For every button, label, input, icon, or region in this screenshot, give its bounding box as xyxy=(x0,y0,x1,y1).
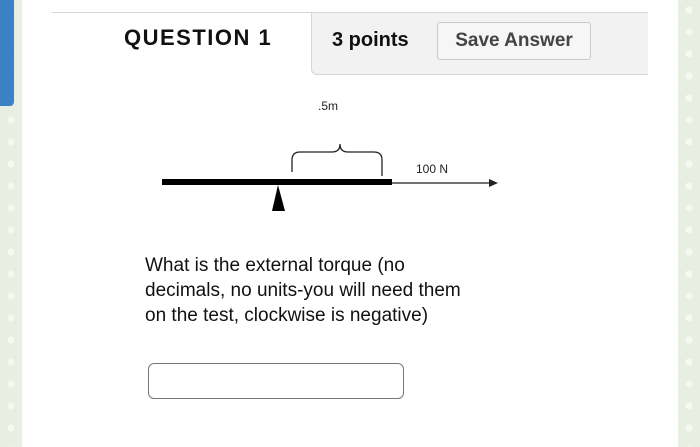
page-border-right xyxy=(678,0,700,447)
lever-beam xyxy=(162,179,392,185)
force-label: 100 N xyxy=(416,162,449,176)
force-arrow-head xyxy=(489,179,498,187)
distance-label: .5m xyxy=(318,99,339,113)
question-prompt: What is the external torque (no decimals… xyxy=(145,255,461,326)
answer-input[interactable] xyxy=(148,363,404,399)
save-answer-button[interactable]: Save Answer xyxy=(437,22,591,60)
distance-brace xyxy=(291,143,383,176)
question-title: QUESTION 1 xyxy=(124,25,273,50)
question-points: 3 points xyxy=(332,29,409,51)
side-tab[interactable] xyxy=(0,0,14,106)
fulcrum xyxy=(272,185,285,211)
